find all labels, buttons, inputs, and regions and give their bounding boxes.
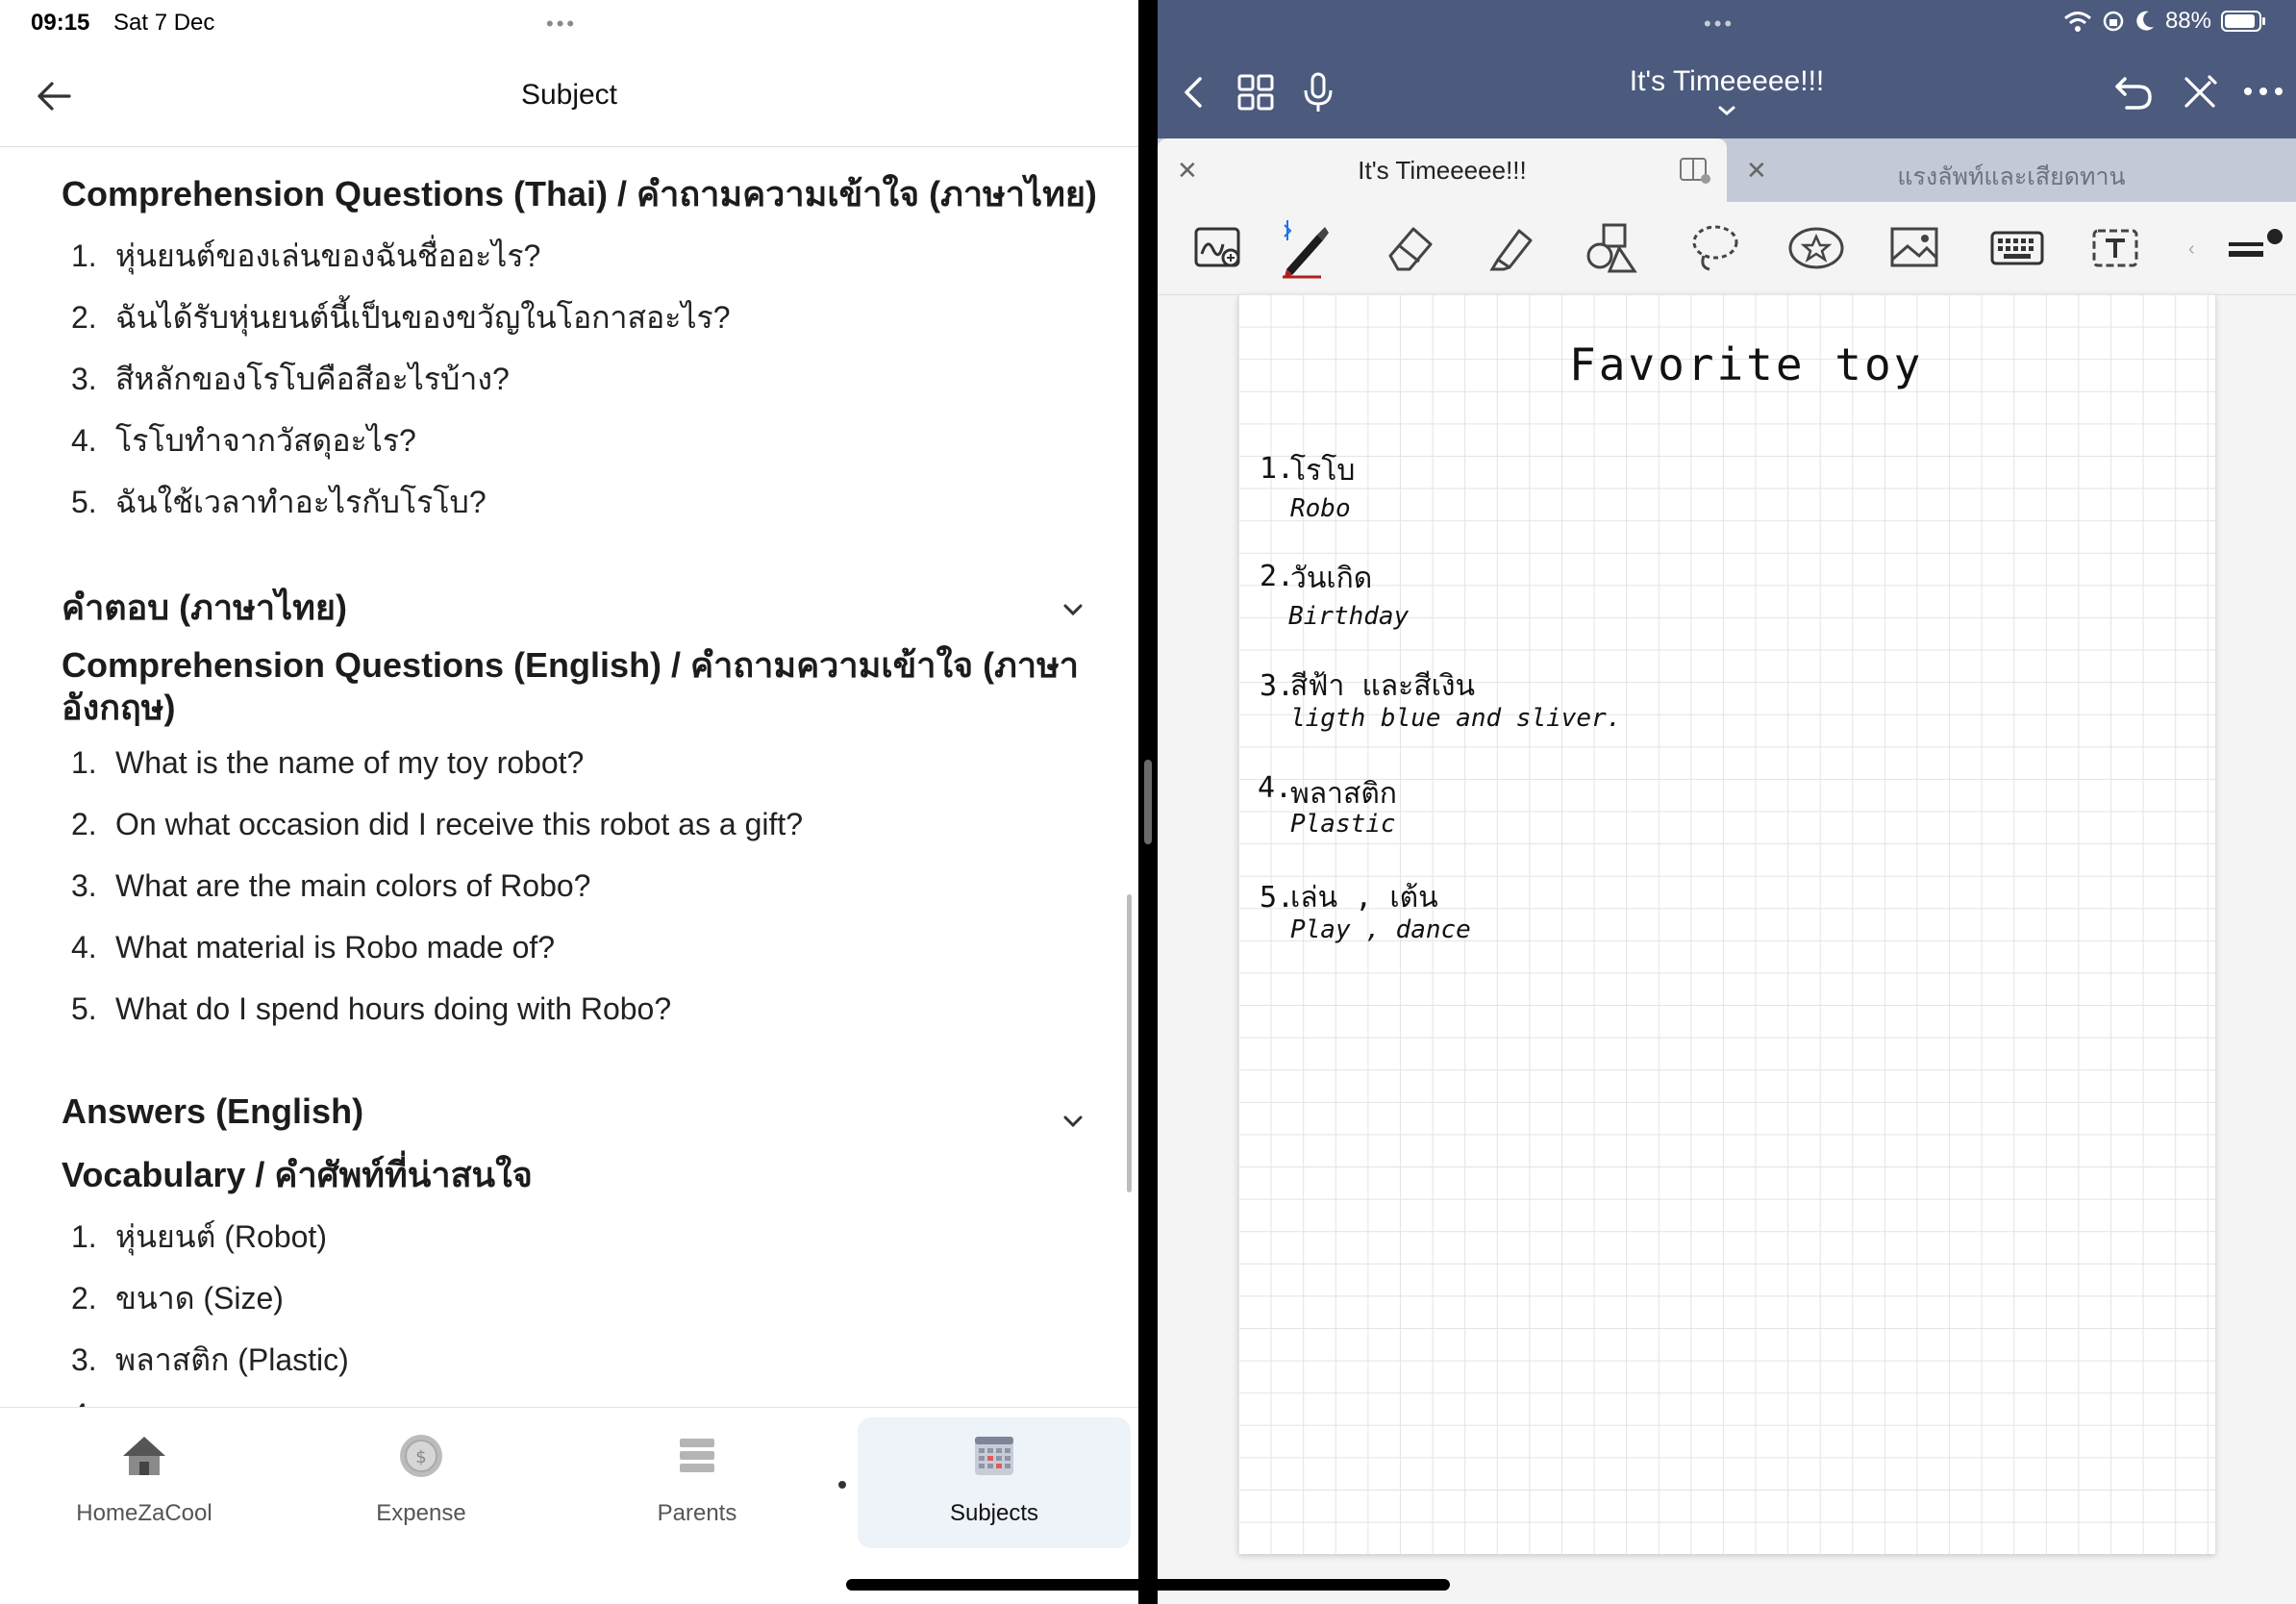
list-item: 1. What is the name of my toy robot? — [71, 745, 585, 780]
chevron-down-icon[interactable] — [1715, 104, 1738, 117]
note-item-number: 5. — [1260, 881, 1295, 915]
status-time: 09:15 — [31, 10, 90, 36]
status-bar: 88% — [2063, 8, 2267, 35]
thai-answers-heading[interactable]: คำตอบ (ภาษาไทย) — [62, 580, 347, 635]
bottom-nav: HomeZaCool $ Expense Parents Subjects — [0, 1407, 1138, 1604]
keyboard-icon[interactable] — [1988, 221, 2046, 275]
drawing-toolbar: ‹ — [1158, 202, 2296, 295]
text-box-icon[interactable] — [2088, 221, 2142, 275]
note-item-thai: เล่น , เต้น — [1290, 881, 1438, 915]
home-icon — [123, 1437, 165, 1475]
shapes-icon[interactable] — [1585, 221, 1638, 275]
page-title: Subject — [520, 79, 618, 111]
list-item: 5. ฉันใช้เวลาทำอะไรกับโรโบ? — [71, 485, 487, 519]
note-item-number: 4. — [1258, 771, 1293, 805]
list-item: 2. ขนาด (Size) — [71, 1281, 284, 1316]
list-item: 3. What are the main colors of Robo? — [71, 868, 591, 903]
notes-pane: ••• 88% It's Timeeeee!!! ✕ It's Timeeeee… — [1158, 0, 2296, 1604]
pen-icon[interactable] — [1273, 215, 1333, 279]
document-tabs: ✕ It's Timeeeee!!! ✕ แรงลัพท์และเสียดทาน — [1158, 138, 2296, 202]
note-item-number: 2. — [1260, 560, 1295, 593]
note-item-thai: สีฟ้า และสีเงิน — [1290, 669, 1476, 703]
english-answers-heading[interactable]: Answers (English) — [62, 1091, 363, 1132]
list-item: 4. โรโบทำจากวัสดุอะไร? — [71, 423, 416, 458]
english-questions-heading: Comprehension Questions (English) / คำถา… — [62, 645, 1080, 685]
list-item: 3. สีหลักของโรโบคือสีอะไรบ้าง? — [71, 362, 510, 396]
highlighter-icon[interactable] — [1485, 221, 1538, 275]
notes-header: ••• 88% It's Timeeeee!!! — [1158, 0, 2296, 138]
note-item-thai: โรโบ — [1290, 454, 1356, 488]
scrollbar[interactable] — [1127, 894, 1132, 1192]
eraser-icon[interactable] — [1385, 221, 1438, 275]
note-item-english: Birthday — [1288, 602, 1410, 631]
list-icon — [680, 1439, 714, 1472]
english-questions-heading-cont: อังกฤษ) — [62, 688, 176, 727]
split-view-icon[interactable] — [1679, 156, 1711, 185]
nav-item-expense[interactable]: $ Expense — [287, 1408, 556, 1542]
thai-questions-heading: Comprehension Questions (Thai) / คำถามคว… — [62, 174, 1097, 213]
chevron-down-icon[interactable] — [1060, 601, 1086, 618]
home-indicator[interactable] — [846, 1579, 1450, 1591]
coin-icon: $ — [400, 1435, 442, 1477]
split-handle[interactable] — [1144, 760, 1152, 844]
grid-icon — [975, 1437, 1013, 1475]
list-item: 2. On what occasion did I receive this ro… — [71, 807, 804, 841]
note-item-thai: วันเกิด — [1290, 562, 1373, 595]
handwriting-zoom-icon[interactable] — [1192, 221, 1246, 275]
list-item: 5. What do I spend hours doing with Robo? — [71, 991, 672, 1026]
note-item-number: 1. — [1260, 452, 1295, 486]
nav-item-homezacool[interactable]: HomeZaCool — [10, 1408, 279, 1542]
note-item-number: 3. — [1260, 669, 1295, 703]
list-item: 2. ฉันได้รับหุ่นยนต์นี้เป็นของขวัญในโอกาส… — [71, 300, 731, 335]
battery-icon — [2221, 11, 2265, 32]
subject-content[interactable]: Comprehension Questions (Thai) / คำถามคว… — [0, 147, 1138, 1407]
orientation-lock-icon — [2103, 11, 2124, 32]
vocabulary-heading: Vocabulary / คำศัพท์ที่น่าสนใจ — [62, 1155, 533, 1194]
battery-percent: 88% — [2164, 8, 2211, 34]
lasso-icon[interactable] — [1688, 221, 1742, 275]
more-icon[interactable] — [2242, 85, 2284, 98]
multitasking-dots-icon[interactable]: ••• — [546, 12, 577, 37]
list-item: 1. หุ่นยนต์ (Robot) — [71, 1219, 327, 1254]
pen-settings-icon[interactable] — [2225, 221, 2286, 275]
svg-text:$: $ — [415, 1447, 426, 1467]
nav-indicator-dot — [838, 1481, 846, 1489]
multitasking-dots-icon[interactable]: ••• — [1704, 12, 1734, 37]
read-only-pen-icon[interactable] — [2181, 73, 2219, 112]
collapse-chevron-icon[interactable]: ‹ — [2188, 238, 2195, 261]
note-item-english: ligth blue and sliver. — [1290, 704, 1622, 733]
list-item: 4. What material is Robo made of? — [71, 930, 556, 965]
nav-item-subjects[interactable]: Subjects — [858, 1417, 1131, 1548]
list-item: 1. หุ่นยนต์ของเล่นของฉันชื่ออะไร? — [71, 238, 541, 273]
nav-item-parents[interactable]: Parents — [562, 1408, 832, 1542]
note-title: Favorite toy — [1569, 338, 1924, 390]
list-item: 3. พลาสติก (Plastic) — [71, 1342, 349, 1377]
status-date: Sat 7 Dec — [113, 10, 215, 36]
tab-its-timeeeee[interactable]: ✕ It's Timeeeee!!! — [1158, 138, 1727, 202]
chevron-down-icon[interactable] — [1060, 1113, 1086, 1130]
note-page[interactable]: Favorite toy 1. โรโบ Robo 2. วันเกิด Bir… — [1238, 294, 2215, 1554]
sticker-icon[interactable] — [1786, 221, 1846, 275]
note-item-english: Play , dance — [1290, 915, 1471, 944]
image-icon[interactable] — [1888, 221, 1942, 275]
undo-icon[interactable] — [2113, 73, 2154, 112]
note-item-english: Robo — [1290, 494, 1351, 523]
note-item-english: Plastic — [1290, 810, 1396, 839]
moon-icon — [2136, 11, 2154, 31]
subject-pane: 09:15 Sat 7 Dec ••• Subject Comprehensio… — [0, 0, 1138, 1604]
list-item: 4. — [71, 1397, 115, 1407]
wifi-icon — [2063, 12, 2091, 32]
